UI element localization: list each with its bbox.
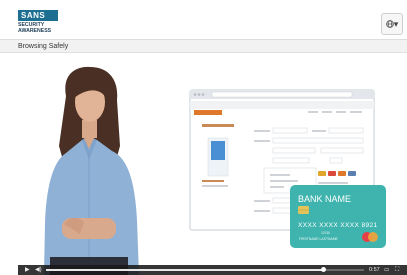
time-display: 0:57 [369, 267, 380, 273]
card-number: XXXX XXXX XXXX 8921 [298, 222, 378, 229]
logo-line-awareness: AWARENESS [18, 28, 52, 34]
chevron-down-icon: ▾ [393, 19, 399, 29]
play-icon[interactable]: ▶ [25, 265, 30, 275]
fullscreen-icon[interactable]: ⛶ [395, 265, 399, 275]
volume-icon[interactable]: ◀) [35, 265, 42, 275]
video-player[interactable]: BANK NAME XXXX XXXX XXXX 8921 12/30 FIRS… [18, 54, 407, 275]
sans-logo: SANS SECURITY AWARENESS [18, 10, 58, 37]
video-frame: BANK NAME XXXX XXXX XXXX 8921 12/30 FIRS… [44, 66, 386, 275]
progress-fill [46, 269, 323, 271]
captions-icon[interactable]: ▭ [384, 265, 389, 275]
bank-card-illustration: BANK NAME XXXX XXXX XXXX 8921 12/30 FIRS… [290, 185, 386, 248]
lesson-title: Browsing Safely [18, 43, 69, 50]
globe-icon [385, 20, 394, 28]
card-holder: FIRSTNAME LASTNAME [299, 237, 339, 241]
progress-bar[interactable] [46, 267, 364, 272]
presenter [44, 66, 139, 275]
language-button[interactable]: ▾ [381, 13, 403, 35]
lesson-title-bar: Browsing Safely [0, 40, 407, 53]
card-bank-name: BANK NAME [298, 194, 351, 204]
progress-knob[interactable] [320, 267, 326, 272]
card-expiry: 12/30 [321, 231, 330, 235]
header-bar: SANS SECURITY AWARENESS ▾ [0, 0, 407, 40]
logo-wordmark: SANS [18, 10, 58, 21]
video-controls: ▶ ◀) 0:57 ▭ ⛶ [18, 265, 407, 275]
